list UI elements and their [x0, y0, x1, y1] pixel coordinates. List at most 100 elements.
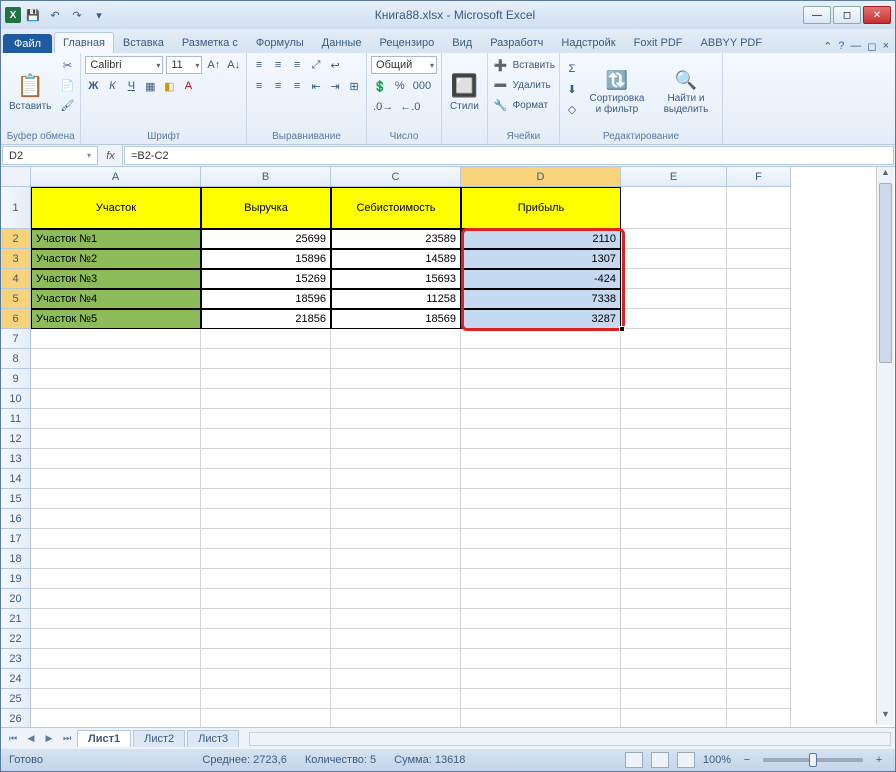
cell-10-A[interactable] [31, 389, 201, 409]
decrease-decimal-icon[interactable]: ←.0 [398, 98, 422, 116]
cell-13-D[interactable] [461, 449, 621, 469]
format-cells-label[interactable]: Формат [513, 100, 549, 111]
cell-6-C[interactable]: 18569 [331, 309, 461, 329]
insert-cells-label[interactable]: Вставить [513, 60, 555, 71]
cell-17-C[interactable] [331, 529, 461, 549]
cell-26-C[interactable] [331, 709, 461, 727]
row-header-14[interactable]: 14 [1, 469, 31, 489]
cell-2-A[interactable]: Участок №1 [31, 229, 201, 249]
cell-20-E[interactable] [621, 589, 727, 609]
close-button[interactable]: ✕ [863, 6, 891, 24]
tab-insert[interactable]: Вставка [114, 32, 173, 53]
cell-3-B[interactable]: 15896 [201, 249, 331, 269]
cell-15-B[interactable] [201, 489, 331, 509]
cell-16-B[interactable] [201, 509, 331, 529]
zoom-slider[interactable] [763, 758, 863, 762]
cell-3-E[interactable] [621, 249, 727, 269]
cell-1-B[interactable]: Выручка [201, 187, 331, 229]
cell-17-F[interactable] [727, 529, 791, 549]
cell-20-D[interactable] [461, 589, 621, 609]
cell-9-C[interactable] [331, 369, 461, 389]
close-doc-icon[interactable]: × [883, 40, 889, 53]
increase-font-icon[interactable]: A↑ [205, 56, 222, 74]
align-top-icon[interactable]: ≡ [251, 56, 267, 74]
cell-16-D[interactable] [461, 509, 621, 529]
cell-23-B[interactable] [201, 649, 331, 669]
row-header-4[interactable]: 4 [1, 269, 31, 289]
cell-1-E[interactable] [621, 187, 727, 229]
cell-23-A[interactable] [31, 649, 201, 669]
cell-13-A[interactable] [31, 449, 201, 469]
col-header-A[interactable]: A [31, 167, 201, 187]
tab-home[interactable]: Главная [54, 32, 114, 53]
cell-19-F[interactable] [727, 569, 791, 589]
autosum-icon[interactable]: Σ [564, 60, 580, 78]
cell-8-E[interactable] [621, 349, 727, 369]
cell-25-C[interactable] [331, 689, 461, 709]
cell-7-F[interactable] [727, 329, 791, 349]
cell-14-D[interactable] [461, 469, 621, 489]
wrap-text-icon[interactable]: ↩ [327, 56, 343, 74]
cell-10-B[interactable] [201, 389, 331, 409]
cell-2-B[interactable]: 25699 [201, 229, 331, 249]
cell-14-A[interactable] [31, 469, 201, 489]
cell-19-D[interactable] [461, 569, 621, 589]
cell-7-C[interactable] [331, 329, 461, 349]
align-left-icon[interactable]: ≡ [251, 77, 267, 95]
row-header-19[interactable]: 19 [1, 569, 31, 589]
cell-18-D[interactable] [461, 549, 621, 569]
help-icon[interactable]: ? [838, 40, 844, 53]
cell-22-F[interactable] [727, 629, 791, 649]
fill-handle[interactable] [619, 326, 625, 332]
font-size-select[interactable]: 11 [166, 56, 202, 74]
cell-21-F[interactable] [727, 609, 791, 629]
save-icon[interactable]: 💾 [25, 7, 41, 23]
row-header-16[interactable]: 16 [1, 509, 31, 529]
cell-8-B[interactable] [201, 349, 331, 369]
restore-icon[interactable]: ◻ [867, 40, 876, 53]
row-header-12[interactable]: 12 [1, 429, 31, 449]
cell-3-D[interactable]: 1307 [461, 249, 621, 269]
cell-15-D[interactable] [461, 489, 621, 509]
cell-13-B[interactable] [201, 449, 331, 469]
cell-11-F[interactable] [727, 409, 791, 429]
row-header-23[interactable]: 23 [1, 649, 31, 669]
comma-icon[interactable]: 000 [411, 77, 433, 95]
tab-foxit[interactable]: Foxit PDF [625, 32, 692, 53]
cell-15-E[interactable] [621, 489, 727, 509]
cell-26-B[interactable] [201, 709, 331, 727]
vertical-scrollbar[interactable]: ▲ ▼ [876, 167, 894, 725]
cell-25-F[interactable] [727, 689, 791, 709]
format-painter-icon[interactable]: 🖌 [58, 96, 76, 114]
cell-2-E[interactable] [621, 229, 727, 249]
minimize-ribbon-icon[interactable]: ⌃ [823, 40, 832, 53]
fill-icon[interactable]: ⬇ [564, 80, 580, 98]
cell-16-C[interactable] [331, 509, 461, 529]
tab-nav-next-icon[interactable]: ▶ [41, 733, 57, 744]
cell-8-F[interactable] [727, 349, 791, 369]
cell-4-F[interactable] [727, 269, 791, 289]
cell-19-C[interactable] [331, 569, 461, 589]
number-format-select[interactable]: Общий [371, 56, 437, 74]
find-select-button[interactable]: 🔍 Найти и выделить [654, 56, 718, 129]
cell-24-E[interactable] [621, 669, 727, 689]
cell-22-A[interactable] [31, 629, 201, 649]
cell-21-B[interactable] [201, 609, 331, 629]
row-header-20[interactable]: 20 [1, 589, 31, 609]
cell-5-A[interactable]: Участок №4 [31, 289, 201, 309]
cell-22-D[interactable] [461, 629, 621, 649]
scroll-up-icon[interactable]: ▲ [877, 167, 894, 183]
cell-17-A[interactable] [31, 529, 201, 549]
formula-input[interactable]: =B2-C2 [124, 146, 894, 165]
fx-button[interactable]: fx [99, 145, 123, 166]
row-header-25[interactable]: 25 [1, 689, 31, 709]
cell-18-F[interactable] [727, 549, 791, 569]
cell-26-F[interactable] [727, 709, 791, 727]
horizontal-scrollbar[interactable] [249, 732, 891, 746]
cell-3-F[interactable] [727, 249, 791, 269]
align-right-icon[interactable]: ≡ [289, 77, 305, 95]
col-header-E[interactable]: E [621, 167, 727, 187]
cell-21-E[interactable] [621, 609, 727, 629]
cell-15-F[interactable] [727, 489, 791, 509]
increase-indent-icon[interactable]: ⇥ [327, 77, 343, 95]
